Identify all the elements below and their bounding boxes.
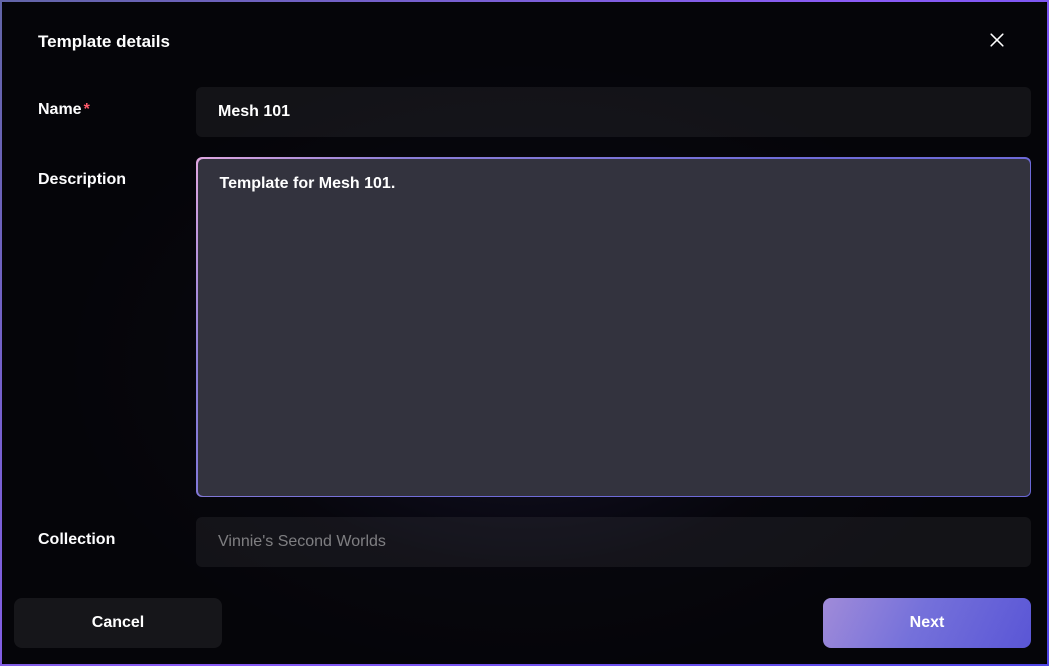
- close-icon: [987, 30, 1007, 53]
- name-input[interactable]: [196, 87, 1031, 137]
- next-button[interactable]: Next: [823, 598, 1031, 648]
- description-row: Description Template for Mesh 101.: [38, 157, 1031, 497]
- collection-label: Collection: [38, 517, 184, 549]
- dialog-header: Template details: [2, 2, 1047, 67]
- cancel-button[interactable]: Cancel: [14, 598, 222, 648]
- name-label-text: Name: [38, 101, 82, 118]
- dialog-title: Template details: [38, 32, 170, 52]
- template-details-dialog: Template details Name* Description: [0, 0, 1049, 666]
- dialog-footer: Cancel Next: [2, 586, 1047, 664]
- close-button[interactable]: [983, 26, 1011, 57]
- dialog-body: Name* Description Template for Mesh 101.…: [2, 67, 1047, 586]
- name-label: Name*: [38, 87, 184, 119]
- modal-backdrop: Template details Name* Description: [0, 0, 1049, 666]
- description-label: Description: [38, 157, 184, 189]
- name-row: Name*: [38, 87, 1031, 137]
- description-input[interactable]: Template for Mesh 101.: [198, 159, 1030, 496]
- description-field-border: Template for Mesh 101.: [196, 157, 1031, 497]
- collection-row: Collection: [38, 517, 1031, 567]
- collection-input[interactable]: [196, 517, 1031, 567]
- required-indicator: *: [84, 101, 90, 118]
